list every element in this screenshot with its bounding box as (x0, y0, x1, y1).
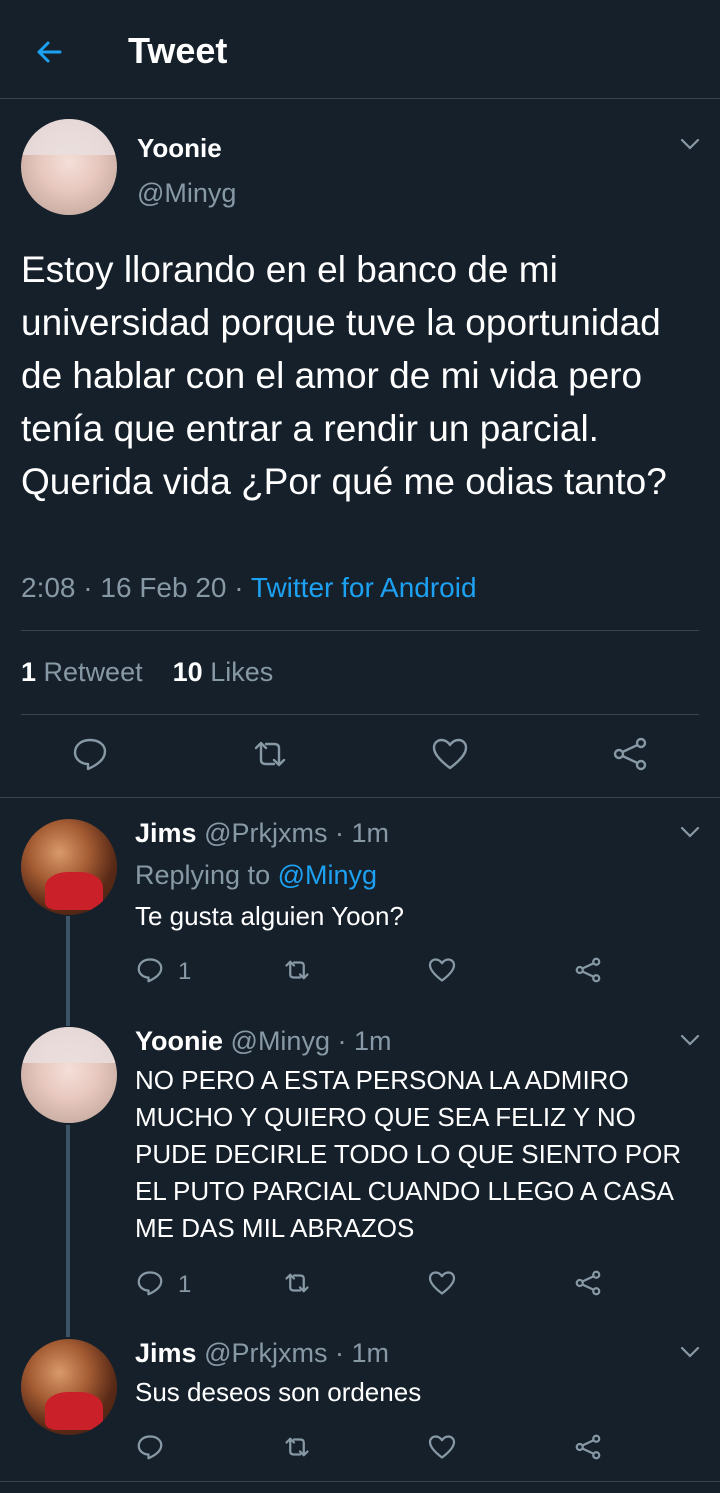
reply-header: Jims @Prkjxms · 1m (135, 1338, 389, 1369)
engagement-counts: 1 Retweet 10 Likes (21, 657, 273, 688)
heart-icon[interactable] (427, 1268, 457, 1298)
retweet-icon[interactable] (282, 1432, 312, 1462)
share-icon[interactable] (573, 1432, 603, 1462)
heart-icon[interactable] (430, 734, 470, 774)
divider (0, 1481, 720, 1482)
separator: · (83, 572, 93, 603)
reply-icon[interactable] (135, 1268, 165, 1298)
reply-text: NO PERO A ESTA PERSONA LA ADMIRO MUCHO Y… (135, 1065, 682, 1243)
reply-header: Jims @Prkjxms · 1m (135, 818, 389, 849)
thread-line (66, 1125, 70, 1337)
replying-to: Replying to @Minyg (135, 860, 377, 891)
retweet-icon[interactable] (250, 734, 290, 774)
chevron-down-icon[interactable] (678, 1028, 702, 1052)
tweet-time: 1m (351, 818, 390, 848)
tweet-time: 1m (354, 1026, 392, 1056)
chevron-down-icon[interactable] (678, 132, 702, 156)
separator: · (337, 1026, 347, 1056)
replying-to-label: Replying to (135, 860, 271, 890)
heart-icon[interactable] (427, 1432, 457, 1462)
thread-line (66, 916, 70, 1026)
reply-count: 1 (178, 1271, 192, 1298)
avatar[interactable] (21, 1339, 117, 1435)
tweet-meta: 2:08 · 16 Feb 20 · Twitter for Android (21, 572, 477, 604)
author-handle[interactable]: @Prkjxms (204, 818, 327, 848)
top-bar: Tweet (0, 0, 720, 99)
tweet-time: 1m (351, 1338, 390, 1368)
separator: · (334, 1338, 344, 1368)
author-name[interactable]: Yoonie (135, 1026, 223, 1056)
chevron-down-icon[interactable] (678, 1340, 702, 1364)
reply-icon[interactable] (135, 955, 165, 985)
reply-count: 1 (178, 958, 192, 985)
retweet-count[interactable]: 1 (21, 657, 36, 687)
author-handle[interactable]: @Minyg (137, 178, 236, 209)
tweet-date: 16 Feb 20 (100, 572, 227, 603)
reply-icon[interactable] (135, 1432, 165, 1462)
author-name[interactable]: Yoonie (137, 133, 222, 164)
likes-label[interactable]: Likes (210, 657, 273, 687)
main-tweet: Yoonie @Minyg Estoy llorando en el banco… (0, 100, 720, 798)
retweet-icon[interactable] (282, 955, 312, 985)
author-name[interactable]: Jims (135, 1338, 197, 1368)
tweet-text: Estoy llorando en el banco de mi univers… (21, 249, 667, 502)
share-icon[interactable] (610, 734, 650, 774)
divider (21, 714, 699, 715)
author-handle[interactable]: @Prkjxms (204, 1338, 327, 1368)
retweet-icon[interactable] (282, 1268, 312, 1298)
avatar[interactable] (21, 119, 117, 215)
tweet-source-link[interactable]: Twitter for Android (251, 572, 477, 603)
heart-icon[interactable] (427, 955, 457, 985)
reply-text: Te gusta alguien Yoon? (135, 901, 404, 931)
author-handle[interactable]: @Minyg (231, 1026, 330, 1056)
share-icon[interactable] (573, 1268, 603, 1298)
retweet-label[interactable]: Retweet (44, 657, 143, 687)
avatar[interactable] (21, 819, 117, 915)
reply-header: Yoonie @Minyg · 1m (135, 1026, 392, 1057)
chevron-down-icon[interactable] (678, 820, 702, 844)
tweet-time: 2:08 (21, 572, 76, 603)
reply-text: Sus deseos son ordenes (135, 1377, 422, 1407)
back-arrow-icon[interactable] (30, 32, 70, 72)
reply-icon[interactable] (70, 734, 110, 774)
separator: · (334, 818, 344, 848)
avatar[interactable] (21, 1027, 117, 1123)
mention-link[interactable]: @Minyg (278, 860, 377, 890)
author-name[interactable]: Jims (135, 818, 197, 848)
share-icon[interactable] (573, 955, 603, 985)
like-count[interactable]: 10 (173, 657, 203, 687)
page-title: Tweet (128, 30, 228, 71)
separator: · (234, 572, 244, 603)
divider (21, 630, 699, 631)
